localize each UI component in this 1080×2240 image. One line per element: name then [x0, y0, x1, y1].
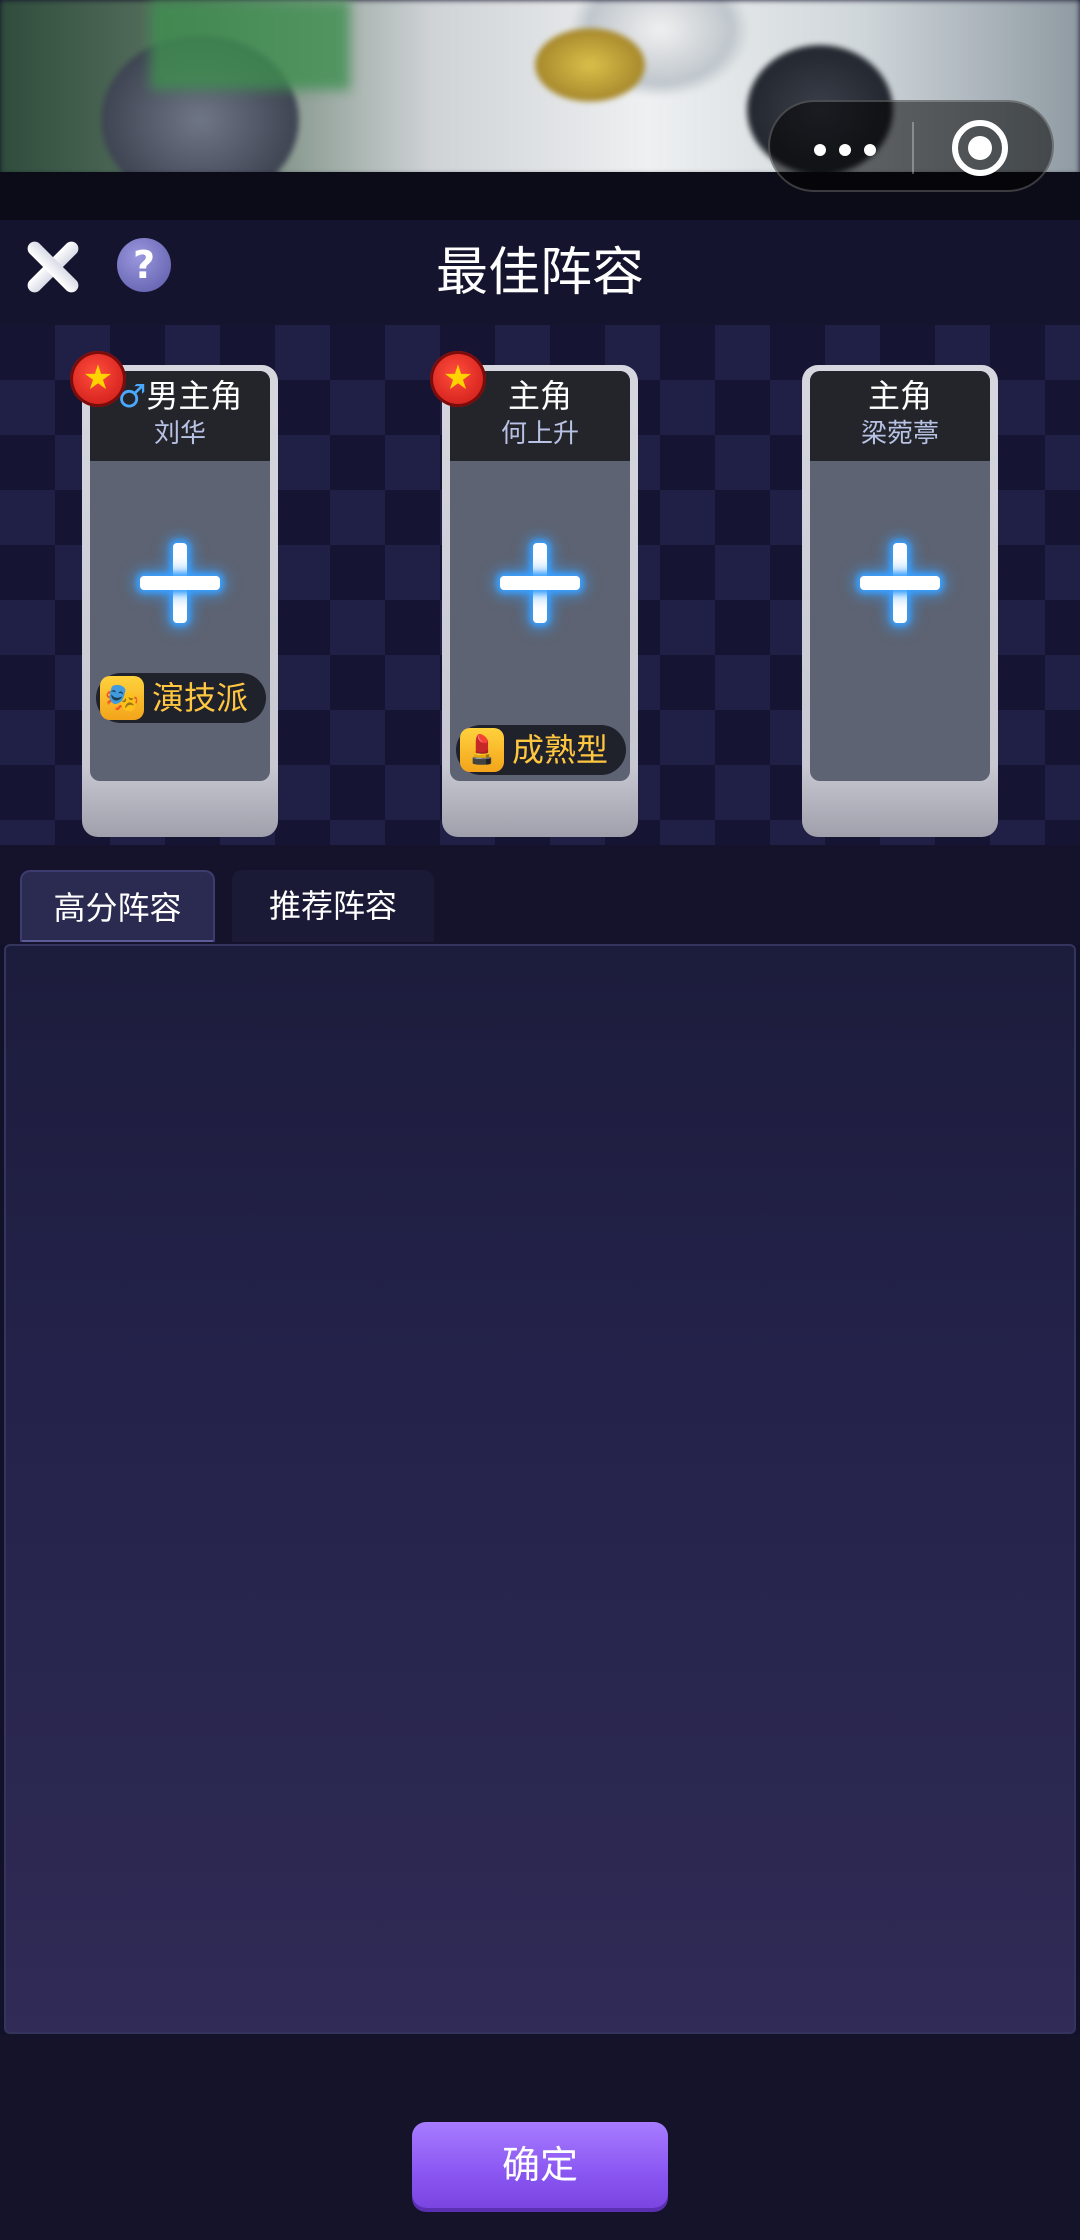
target-circle-icon[interactable]	[952, 120, 1008, 176]
role-label: 男主角	[146, 377, 243, 415]
plus-icon[interactable]	[500, 543, 580, 623]
trait-label: 演技派	[152, 679, 249, 717]
page: ? 最佳阵容 ♂男主角 刘华 🎭 演技派 ★ 主角 何上升 💄 成熟型 ★ 主角…	[0, 0, 1080, 2240]
role-card-lead-2[interactable]: 主角 梁菀葶	[802, 365, 998, 837]
role-label: 主角	[867, 377, 932, 415]
tab-recommended-lineup[interactable]: 推荐阵容	[232, 870, 434, 942]
trait-label: 成熟型	[512, 731, 609, 769]
role-card-body: 主角 何上升 💄 成熟型	[450, 371, 630, 781]
role-card-header: 主角 梁菀葶	[810, 371, 990, 461]
more-dots-icon[interactable]	[810, 124, 880, 172]
tab-high-score-lineup[interactable]: 高分阵容	[20, 870, 215, 942]
trait-tag: 💄 成熟型	[456, 725, 626, 775]
trait-tag: 🎭 演技派	[96, 673, 266, 723]
star-badge-icon: ★	[70, 351, 126, 407]
role-card-male-lead[interactable]: ♂男主角 刘华 🎭 演技派 ★	[70, 351, 278, 837]
plus-icon[interactable]	[860, 543, 940, 623]
lipstick-icon: 💄	[460, 728, 504, 772]
role-card-lead[interactable]: 主角 何上升 💄 成熟型 ★	[430, 351, 638, 837]
role-card-body: 主角 梁菀葶	[810, 371, 990, 781]
capsule-divider	[912, 122, 914, 174]
star-badge-icon: ★	[430, 351, 486, 407]
page-title: 最佳阵容	[435, 243, 644, 303]
plus-icon[interactable]	[140, 543, 220, 623]
role-card-body: ♂男主角 刘华 🎭 演技派	[90, 371, 270, 781]
actor-name: 刘华	[153, 419, 206, 449]
scene-green-patch	[150, 0, 350, 90]
actor-name: 何上升	[500, 419, 579, 449]
lineup-list-panel	[4, 944, 1076, 2034]
mini-program-capsule	[768, 100, 1054, 192]
actor-name: 梁菀葶	[860, 419, 939, 449]
pipe-icon: 🎭	[100, 676, 144, 720]
confirm-button[interactable]: 确定	[412, 2122, 668, 2208]
